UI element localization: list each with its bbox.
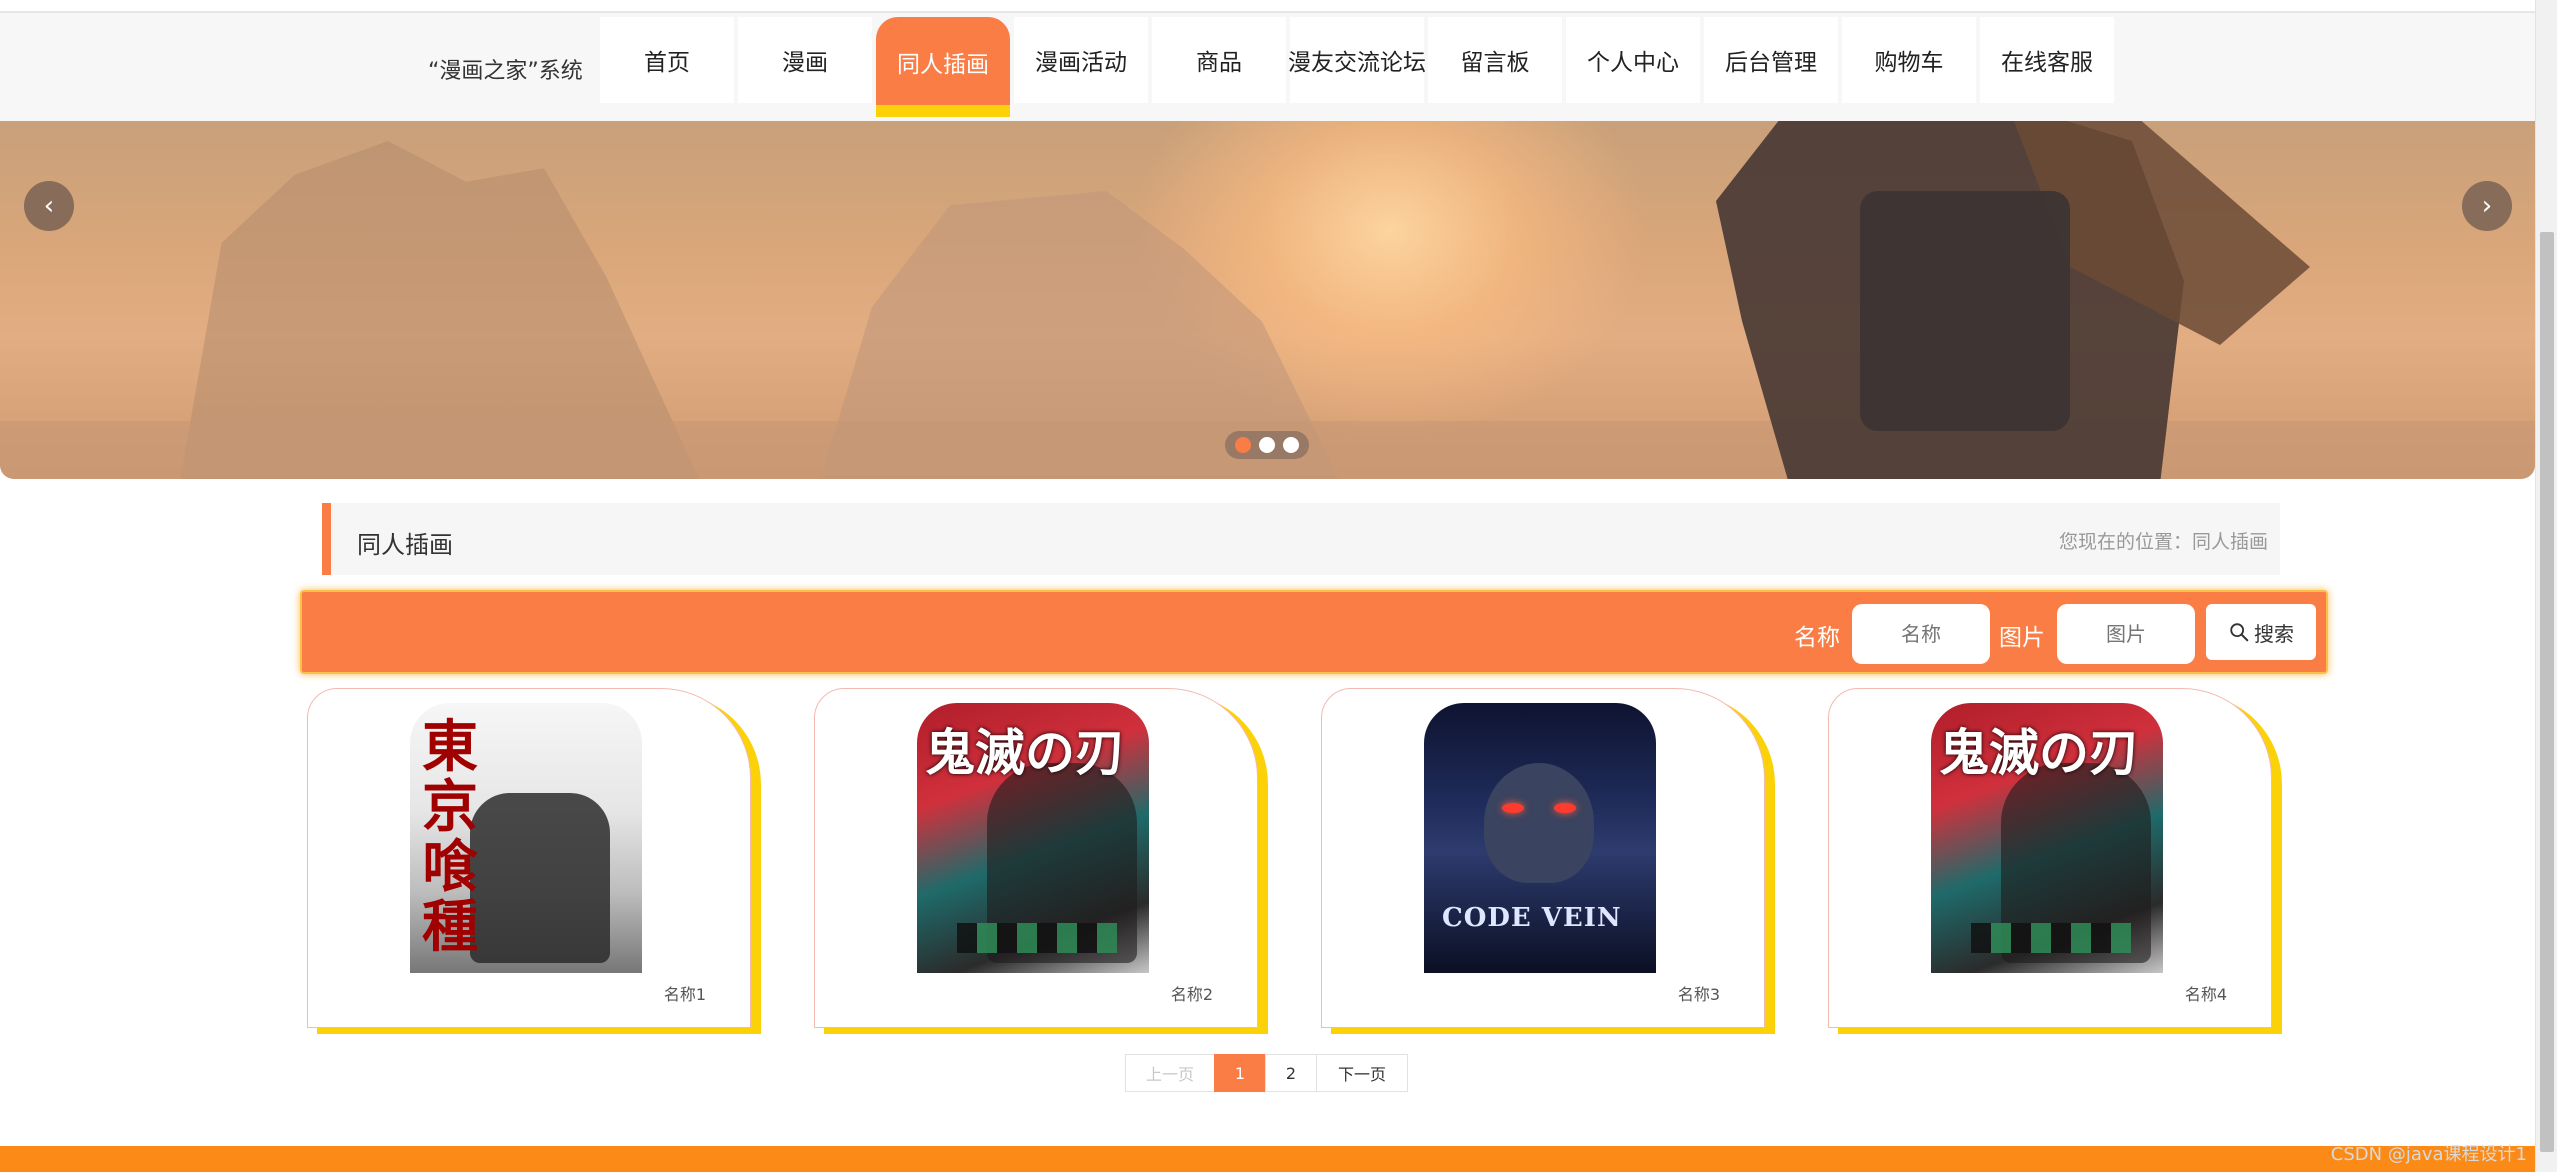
- card-name: 名称1: [663, 985, 706, 1004]
- cover-pattern: [957, 923, 1117, 953]
- page-scrollbar[interactable]: [2535, 0, 2557, 1172]
- nav-item-comics[interactable]: 漫画: [738, 17, 872, 103]
- banner-carousel: ‹ ›: [0, 121, 2535, 479]
- nav-item-fan-illustrations[interactable]: 同人插画: [876, 17, 1010, 117]
- card-image: 鬼滅の刃: [917, 703, 1149, 973]
- header: “漫画之家”系统 首页 漫画 同人插画 漫画活动 商品 漫友交流论坛 留言板 个…: [0, 13, 2535, 121]
- site-title: “漫画之家”系统: [428, 59, 583, 84]
- pagination: 上一页 1 2 下一页: [1125, 1054, 1408, 1092]
- illustration-card-1[interactable]: 東京喰種 名称1: [307, 688, 751, 1028]
- card-name: 名称3: [1677, 985, 1720, 1004]
- chevron-right-icon: ›: [2481, 191, 2493, 221]
- nav-item-profile[interactable]: 个人中心: [1566, 17, 1700, 103]
- carousel-dot-2[interactable]: [1259, 437, 1275, 453]
- watermark: CSDN @java课程设计1: [2330, 1144, 2527, 1165]
- cover-title: CODE VEIN: [1442, 903, 1622, 933]
- illustration-card-3[interactable]: CODE VEIN 名称3: [1321, 688, 1765, 1028]
- carousel-next-button[interactable]: ›: [2462, 181, 2512, 231]
- illustration-card-4[interactable]: 鬼滅の刃 名称4: [1828, 688, 2272, 1028]
- carousel-indicators: [1225, 431, 1309, 459]
- top-divider: [0, 0, 2535, 13]
- cover-title: 鬼滅の刃: [925, 723, 1125, 782]
- cover-eye: [1502, 803, 1524, 813]
- card-image: CODE VEIN: [1424, 703, 1656, 973]
- nav-item-support[interactable]: 在线客服: [1980, 17, 2114, 103]
- nav-item-message-board[interactable]: 留言板: [1428, 17, 1562, 103]
- cover-figure: [1484, 763, 1594, 883]
- prev-page-button[interactable]: 上一页: [1125, 1054, 1215, 1092]
- section-title: 同人插画: [357, 531, 453, 559]
- illustration-card-2[interactable]: 鬼滅の刃 名称2: [814, 688, 1258, 1028]
- section-header: 同人插画 您现在的位置：同人插画: [322, 503, 2280, 575]
- image-label: 图片: [1999, 625, 2045, 651]
- card-name: 名称4: [2184, 985, 2227, 1004]
- breadcrumb: 您现在的位置：同人插画: [2058, 531, 2268, 553]
- page: “漫画之家”系统 首页 漫画 同人插画 漫画活动 商品 漫友交流论坛 留言板 个…: [0, 0, 2557, 1172]
- banner-image-backpack: [1860, 191, 2070, 431]
- nav-item-admin[interactable]: 后台管理: [1704, 17, 1838, 103]
- carousel-dot-3[interactable]: [1283, 437, 1299, 453]
- cover-title: 東京喰種: [422, 714, 478, 960]
- card-name: 名称2: [1170, 985, 1213, 1004]
- nav-item-comic-events[interactable]: 漫画活动: [1014, 17, 1148, 103]
- card-image: 東京喰種: [410, 703, 642, 973]
- footer-bar: [0, 1146, 2535, 1172]
- scrollbar-thumb[interactable]: [2540, 232, 2554, 1152]
- nav-item-home[interactable]: 首页: [600, 17, 734, 103]
- cover-title: 鬼滅の刃: [1939, 723, 2139, 782]
- page-2-button[interactable]: 2: [1265, 1054, 1317, 1092]
- image-search-input[interactable]: [2057, 604, 2195, 664]
- next-page-button[interactable]: 下一页: [1316, 1054, 1408, 1092]
- card-image: 鬼滅の刃: [1931, 703, 2163, 973]
- main-nav: 首页 漫画 同人插画 漫画活动 商品 漫友交流论坛 留言板 个人中心 后台管理 …: [600, 17, 2114, 117]
- nav-item-products[interactable]: 商品: [1152, 17, 1286, 103]
- chevron-left-icon: ‹: [43, 191, 55, 221]
- search-button[interactable]: 搜索: [2206, 604, 2316, 660]
- nav-item-cart[interactable]: 购物车: [1842, 17, 1976, 103]
- search-icon: [2230, 623, 2249, 642]
- nav-item-forum[interactable]: 漫友交流论坛: [1288, 17, 1426, 103]
- carousel-dot-1[interactable]: [1235, 437, 1251, 453]
- search-button-label: 搜索: [2254, 621, 2294, 646]
- carousel-prev-button[interactable]: ‹: [24, 181, 74, 231]
- name-search-input[interactable]: [1852, 604, 1990, 664]
- cover-eye: [1554, 803, 1576, 813]
- search-bar: 名称 图片 搜索: [300, 590, 2328, 674]
- cover-pattern: [1971, 923, 2131, 953]
- name-label: 名称: [1794, 625, 1840, 651]
- page-1-button[interactable]: 1: [1214, 1054, 1266, 1092]
